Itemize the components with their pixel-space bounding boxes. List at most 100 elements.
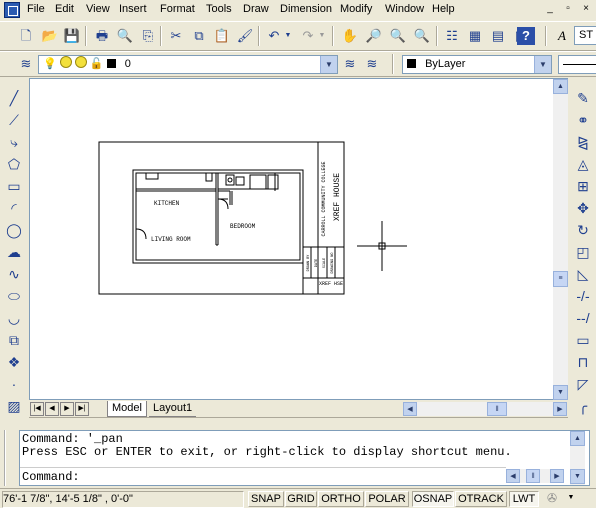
help-icon[interactable]: ?	[517, 27, 535, 45]
menu-edit[interactable]: Edit	[55, 3, 74, 15]
make-object-layer-current-icon[interactable]: ≋	[340, 54, 360, 74]
grid-toggle[interactable]: GRID	[285, 491, 317, 507]
line-icon[interactable]: ╱	[3, 88, 25, 108]
chevron-down-icon[interactable]: ▼	[534, 56, 551, 73]
otrack-toggle[interactable]: OTRACK	[455, 491, 507, 507]
spline-icon[interactable]: ∿	[3, 264, 25, 284]
trim-icon[interactable]: -/-	[572, 286, 594, 306]
hatch-icon[interactable]: ▨	[3, 396, 25, 416]
menu-format[interactable]: Format	[160, 3, 195, 15]
save-icon[interactable]: 💾	[62, 26, 82, 46]
mirror-icon[interactable]: ⧎	[572, 132, 594, 152]
ortho-toggle[interactable]: ORTHO	[318, 491, 364, 507]
scroll-up-arrow-icon[interactable]: ▲	[570, 431, 585, 446]
polyline-icon[interactable]: ⤷	[3, 132, 25, 152]
autocad-app-icon[interactable]	[4, 2, 20, 18]
coordinate-display[interactable]: 76'-1 7/8", 14'-5 1/8" , 0'-0"	[2, 491, 244, 508]
communication-center-icon[interactable]: ✇	[544, 491, 560, 507]
previous-tab-icon[interactable]: ◀	[45, 402, 59, 416]
tab-layout1[interactable]: Layout1	[149, 401, 197, 417]
properties-icon[interactable]: ☷	[442, 26, 462, 46]
redo-icon[interactable]: ↷	[298, 26, 318, 46]
horizontal-scroll-thumb[interactable]: ⦀	[487, 402, 507, 416]
array-icon[interactable]: ⊞	[572, 176, 594, 196]
status-menu-arrow-icon[interactable]: ▼	[566, 494, 576, 504]
scroll-down-arrow-icon[interactable]: ▼	[553, 385, 568, 400]
paste-icon[interactable]: 📋	[212, 26, 232, 46]
command-prompt[interactable]: Command:	[22, 470, 80, 484]
construction-line-icon[interactable]: ⟋	[3, 110, 25, 130]
copy-icon[interactable]: ⧉	[189, 26, 209, 46]
fillet-icon[interactable]: ╭	[572, 396, 594, 416]
text-style-icon[interactable]: A	[552, 26, 572, 46]
scroll-left-arrow-icon[interactable]: ◀	[403, 402, 417, 416]
menu-help[interactable]: Help	[432, 3, 455, 15]
scroll-up-arrow-icon[interactable]: ▲	[553, 79, 568, 94]
layer-previous-icon[interactable]: ≋	[362, 54, 382, 74]
text-style-combo[interactable]: ST	[574, 26, 596, 45]
menu-tools[interactable]: Tools	[206, 3, 232, 15]
insert-block-icon[interactable]: ⧉	[3, 330, 25, 350]
command-vscroll[interactable]: ▲ ▼	[570, 431, 585, 485]
ellipse-icon[interactable]: ⬭	[3, 286, 25, 306]
layer-combo[interactable]: 💡 🔓 0 ▼	[38, 55, 338, 74]
rectangle-icon[interactable]: ▭	[3, 176, 25, 196]
print-icon[interactable]: 🖶	[92, 26, 112, 46]
layer-manager-icon[interactable]: ≋	[16, 54, 36, 74]
break-icon[interactable]: ▭	[572, 330, 594, 350]
pan-icon[interactable]: ✋	[340, 26, 360, 46]
extend-icon[interactable]: --/	[572, 308, 594, 328]
scale-icon[interactable]: ◰	[572, 242, 594, 262]
scroll-down-arrow-icon[interactable]: ▼	[570, 469, 585, 484]
horizontal-scrollbar[interactable]: ◀ ⦀ ▶	[403, 402, 567, 416]
match-properties-icon[interactable]: 🖌	[235, 26, 255, 46]
menu-file[interactable]: File	[27, 3, 45, 15]
zoom-previous-icon[interactable]: 🔍	[412, 26, 432, 46]
command-scroll-thumb[interactable]: ⦀	[526, 469, 540, 483]
scroll-left-arrow-icon[interactable]: ◀	[506, 469, 520, 483]
drawing-area[interactable]: CARROLL COMMUNITY COLLEGE XREF HOUSE DRA…	[29, 78, 568, 400]
make-block-icon[interactable]: ❖	[3, 352, 25, 372]
zoom-realtime-icon[interactable]: 🔎	[364, 26, 384, 46]
chamfer-icon[interactable]: ◸	[572, 374, 594, 394]
polar-toggle[interactable]: POLAR	[365, 491, 409, 507]
osnap-toggle[interactable]: OSNAP	[412, 491, 454, 507]
join-icon[interactable]: ⊓	[572, 352, 594, 372]
minimize-button[interactable]: _	[542, 2, 558, 16]
point-icon[interactable]: ·	[3, 374, 25, 394]
scroll-right-arrow-icon[interactable]: ▶	[550, 469, 564, 483]
command-window[interactable]: Command: '_pan Press ESC or ENTER to exi…	[19, 430, 590, 486]
open-icon[interactable]: 📂	[40, 26, 60, 46]
first-tab-icon[interactable]: |◀	[30, 402, 44, 416]
publish-icon[interactable]: ⎘	[138, 26, 158, 46]
cut-icon[interactable]: ✂	[166, 26, 186, 46]
move-icon[interactable]: ✥	[572, 198, 594, 218]
lwt-toggle[interactable]: LWT	[509, 491, 539, 507]
scroll-thumb[interactable]: ≡	[553, 271, 568, 287]
tab-model[interactable]: Model	[107, 401, 147, 417]
ellipse-arc-icon[interactable]: ◡	[3, 308, 25, 328]
close-button[interactable]: ×	[578, 2, 594, 16]
menu-view[interactable]: View	[86, 3, 110, 15]
menu-window[interactable]: Window	[385, 3, 424, 15]
command-window-grip[interactable]	[4, 430, 16, 486]
undo-icon[interactable]: ↶	[264, 26, 284, 46]
zoom-window-icon[interactable]: 🔍	[388, 26, 408, 46]
menu-draw[interactable]: Draw	[243, 3, 269, 15]
scroll-right-arrow-icon[interactable]: ▶	[553, 402, 567, 416]
arc-icon[interactable]: ◜	[3, 198, 25, 218]
offset-icon[interactable]: ◬	[572, 154, 594, 174]
redo-dropdown-icon[interactable]: ▼	[317, 26, 327, 46]
stretch-icon[interactable]: ◺	[572, 264, 594, 284]
restore-button[interactable]: ▫	[560, 2, 576, 16]
preview-icon[interactable]: 🔍	[115, 26, 135, 46]
vertical-scrollbar[interactable]: ▲ ≡ ▼	[553, 79, 568, 400]
menu-insert[interactable]: Insert	[119, 3, 147, 15]
menu-dimension[interactable]: Dimension	[280, 3, 332, 15]
color-combo[interactable]: ByLayer ▼	[402, 55, 552, 74]
linetype-combo[interactable]	[558, 55, 596, 74]
circle-icon[interactable]: ◯	[3, 220, 25, 240]
next-tab-icon[interactable]: ▶	[60, 402, 74, 416]
new-icon[interactable]: 🗋	[16, 26, 36, 46]
undo-dropdown-icon[interactable]: ▼	[283, 26, 293, 46]
